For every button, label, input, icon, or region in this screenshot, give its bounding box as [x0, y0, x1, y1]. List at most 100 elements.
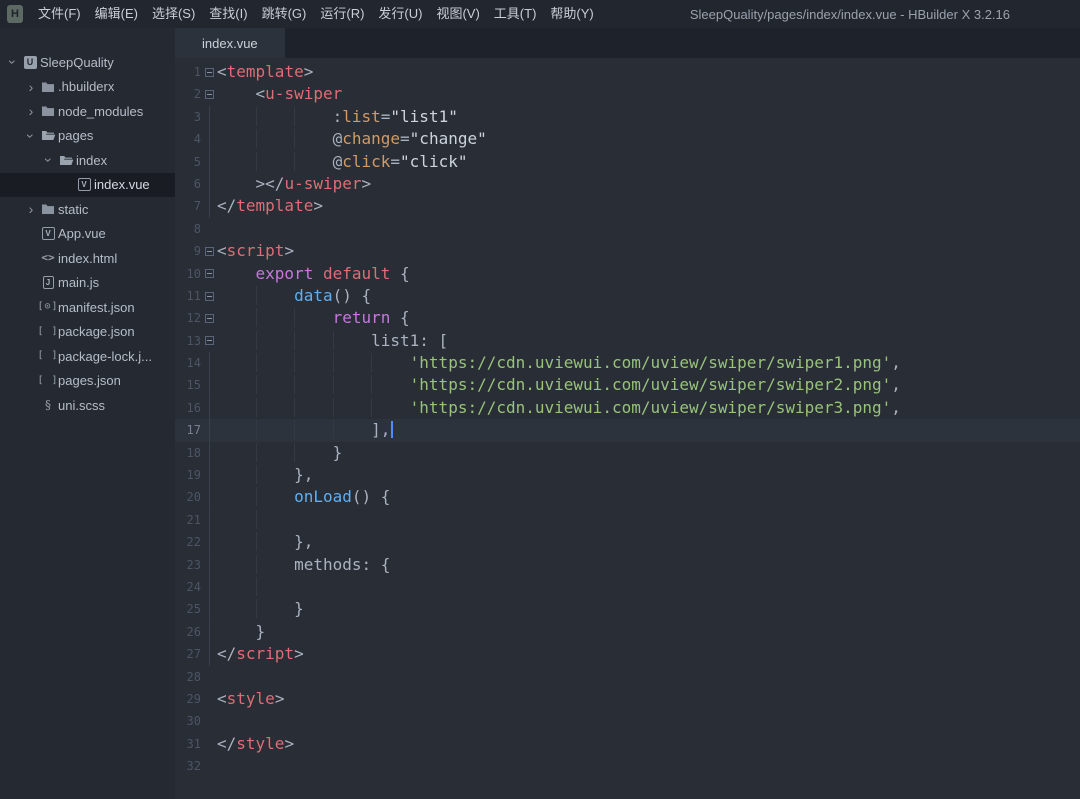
code-line-7[interactable]: 7 </template> [175, 195, 1080, 218]
fold-marker-cell[interactable] [201, 263, 217, 285]
code-line-18[interactable]: 18 } [175, 441, 1080, 465]
code-line-8[interactable]: 8 [175, 218, 1080, 240]
code-line-10[interactable]: 10 export default { [175, 263, 1080, 285]
code-line-24[interactable]: 24 [175, 575, 1080, 599]
tree-item-manifest-json[interactable]: [⊙] manifest.json [0, 295, 175, 320]
code-line-21[interactable]: 21 [175, 508, 1080, 532]
menu-item-edit[interactable]: 编辑(E) [88, 0, 145, 28]
menu-item-goto[interactable]: 跳转(G) [255, 0, 314, 28]
tree-item-index[interactable]: › index [0, 148, 175, 173]
tree-item-package-json[interactable]: [ ] package.json [0, 320, 175, 345]
code-line-22[interactable]: 22 }, [175, 531, 1080, 554]
code-line-27[interactable]: 27 </script> [175, 643, 1080, 666]
code-text: ], [217, 419, 1080, 441]
line-number: 17 [186, 423, 201, 438]
menu-item-file[interactable]: 文件(F) [31, 0, 88, 28]
fold-marker-cell[interactable] [201, 83, 217, 105]
code-line-15[interactable]: 15 'https://cdn.uviewui.com/uview/swiper… [175, 374, 1080, 397]
fold-collapse-icon[interactable] [204, 269, 214, 279]
indent-guide [294, 129, 333, 149]
code-line-17[interactable]: 17 ], [175, 419, 1080, 442]
tree-item-package-lock[interactable]: [ ] package-lock.j... [0, 344, 175, 369]
code-line-2[interactable]: 2 <u-swiper [175, 83, 1080, 105]
code-line-4[interactable]: 4 @change="change" [175, 128, 1080, 151]
line-number: 24 [186, 579, 201, 594]
indent-guide [294, 442, 333, 462]
token-p: < [217, 62, 227, 81]
token-plain: , [891, 375, 901, 395]
menu-item-find[interactable]: 查找(I) [202, 0, 254, 28]
tree-item-hbuilderx[interactable]: › .hbuilderx [0, 75, 175, 100]
tree-item-index-html[interactable]: <> index.html [0, 246, 175, 271]
code-line-19[interactable]: 19 }, [175, 464, 1080, 487]
fold-marker-cell[interactable] [201, 307, 217, 329]
fold-collapse-icon[interactable] [204, 246, 214, 256]
indent-guide [255, 576, 295, 596]
chevron-down-icon[interactable]: › [5, 55, 21, 69]
tree-item-main-js[interactable]: Jmain.js [0, 271, 175, 296]
token-tag: u-swiper [265, 84, 343, 104]
tree-item-pages-json[interactable]: [ ] pages.json [0, 369, 175, 394]
token-p: </ [217, 196, 237, 216]
menu-item-view[interactable]: 视图(V) [429, 0, 486, 28]
fold-collapse-icon[interactable] [204, 336, 214, 346]
code-line-9[interactable]: 9 <script> [175, 240, 1080, 262]
indent-guide [332, 375, 372, 395]
token-plain: methods: { [294, 554, 391, 574]
chevron-right-icon[interactable]: › [24, 80, 38, 94]
code-line-16[interactable]: 16 'https://cdn.uviewui.com/uview/swiper… [175, 396, 1080, 420]
tree-item-pages[interactable]: › pages [0, 124, 175, 149]
menu-item-publish[interactable]: 发行(U) [371, 0, 429, 28]
fold-collapse-icon[interactable] [204, 90, 214, 100]
fold-marker-cell[interactable] [201, 240, 217, 262]
code-line-11[interactable]: 11 data() { [175, 285, 1080, 307]
menu-item-tools[interactable]: 工具(T) [487, 0, 544, 28]
fold-collapse-icon[interactable] [204, 291, 214, 301]
js-file-icon: J [38, 276, 58, 290]
code-line-23[interactable]: 23 methods: { [175, 553, 1080, 576]
code-line-6[interactable]: 6 ></u-swiper> [175, 172, 1080, 196]
tree-item-sleepquality[interactable]: › U SleepQuality [0, 50, 175, 75]
tree-item-uni-scss[interactable]: § uni.scss [0, 393, 175, 418]
fold-marker-cell[interactable] [201, 330, 217, 352]
code-line-20[interactable]: 20 onLoad() { [175, 486, 1080, 509]
chevron-right-icon[interactable]: › [24, 104, 38, 118]
tree-item-node-modules[interactable]: › node_modules [0, 99, 175, 124]
indent-guide [255, 509, 295, 529]
code-line-26[interactable]: 26 } [175, 620, 1080, 644]
code-line-32[interactable]: 32 [175, 755, 1080, 777]
indent-guide [255, 106, 295, 126]
chevron-down-icon[interactable]: › [23, 129, 39, 143]
tree-item-static[interactable]: › static [0, 197, 175, 222]
menu-item-select[interactable]: 选择(S) [145, 0, 202, 28]
code-line-1[interactable]: 1 <template> [175, 61, 1080, 83]
fold-collapse-icon[interactable] [204, 313, 214, 323]
code-line-28[interactable]: 28 [175, 666, 1080, 688]
tree-item-label: static [58, 201, 89, 217]
code-line-12[interactable]: 12 return { [175, 307, 1080, 329]
code-line-3[interactable]: 3 :list="list1" [175, 105, 1080, 129]
code-line-25[interactable]: 25 } [175, 598, 1080, 621]
menu-item-run[interactable]: 运行(R) [313, 0, 371, 28]
fold-collapse-icon[interactable] [204, 67, 214, 77]
code-line-13[interactable]: 13 list1: [ [175, 330, 1080, 352]
code-text: export default { [217, 263, 1080, 285]
fold-marker-cell[interactable] [201, 61, 217, 83]
code-line-30[interactable]: 30 [175, 710, 1080, 732]
tree-item-app-vue[interactable]: V App.vue [0, 222, 175, 247]
code-line-14[interactable]: 14 'https://cdn.uviewui.com/uview/swiper… [175, 352, 1080, 375]
indent-guide [294, 330, 333, 350]
token-p: > [284, 733, 295, 753]
code-line-31[interactable]: 31 </style> [175, 733, 1080, 755]
tab-index-vue[interactable]: index.vue [175, 28, 285, 58]
code-line-29[interactable]: 29 <style> [175, 688, 1080, 710]
indent-guide [255, 487, 295, 507]
fold-marker-cell[interactable] [201, 285, 217, 307]
tree-item-index-vue[interactable]: Vindex.vue [0, 172, 175, 197]
menu-item-help[interactable]: 帮助(Y) [543, 0, 600, 28]
code-editor[interactable]: 1 <template> 2 <u-swiper 3 :list="list1" 4 @… [175, 58, 1080, 799]
code-text: onLoad() { [217, 486, 1080, 508]
code-line-5[interactable]: 5 @click="click" [175, 150, 1080, 173]
chevron-right-icon[interactable]: › [24, 202, 38, 216]
chevron-down-icon[interactable]: › [41, 153, 57, 167]
